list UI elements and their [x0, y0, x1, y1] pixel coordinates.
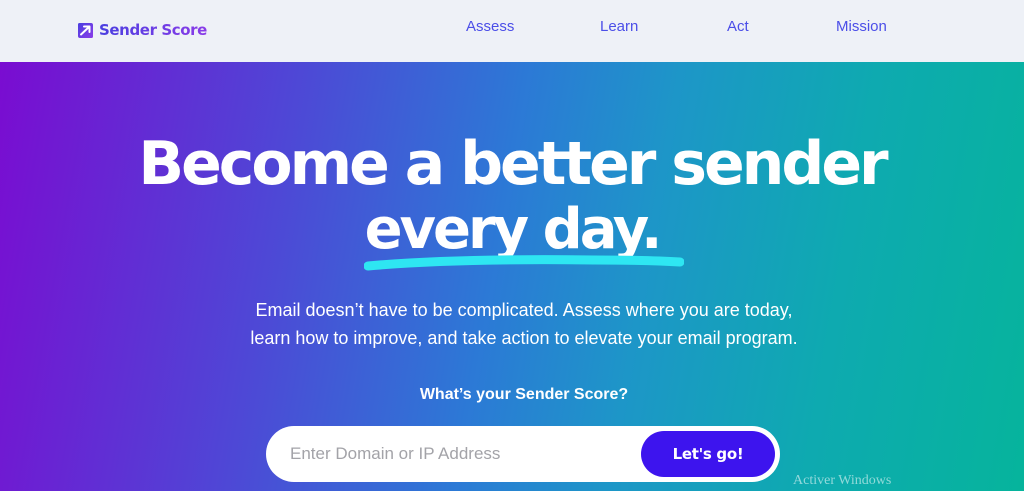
- paper-plane-icon: [78, 22, 93, 38]
- domain-search-form: Let's go!: [266, 426, 780, 482]
- brand-name: Sender Score: [99, 21, 207, 39]
- hero-subtext: Email doesn’t have to be complicated. As…: [0, 296, 1024, 352]
- nav-link-mission[interactable]: Mission: [836, 18, 887, 36]
- domain-ip-input[interactable]: [290, 438, 630, 470]
- headline-line-1: Become a better sender: [138, 129, 888, 199]
- nav-link-act[interactable]: Act: [727, 18, 749, 36]
- hero-subtext-line-2: learn how to improve, and take action to…: [250, 328, 798, 348]
- hero-section: Become a better sender every day. Email …: [0, 62, 1024, 491]
- windows-activation-watermark: Activer Windows: [793, 473, 892, 488]
- nav-link-learn[interactable]: Learn: [600, 18, 638, 36]
- nav-link-assess[interactable]: Assess: [466, 18, 514, 36]
- hero-subtext-line-1: Email doesn’t have to be complicated. As…: [255, 300, 793, 320]
- sender-score-question: What’s your Sender Score?: [419, 386, 629, 403]
- headline-underline: [364, 255, 684, 271]
- top-navbar: Sender Score Assess Learn Act Mission: [0, 0, 1024, 62]
- sender-score-logo[interactable]: Sender Score: [77, 18, 207, 42]
- lets-go-button[interactable]: Let's go!: [641, 431, 775, 477]
